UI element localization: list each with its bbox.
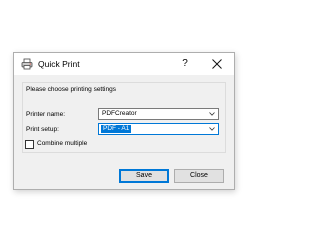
close-window-button[interactable] [200, 53, 234, 75]
printer-icon [21, 58, 33, 70]
group-label: Please choose printing settings [26, 86, 116, 93]
printer-name-select[interactable]: PDFCreator [98, 108, 219, 120]
title-bar: Quick Print ? [14, 53, 234, 75]
close-icon [212, 59, 222, 69]
window-title: Quick Print [38, 59, 80, 69]
save-button[interactable]: Save [119, 169, 169, 183]
chevron-down-icon [209, 112, 215, 116]
printer-name-value: PDFCreator [102, 110, 137, 117]
help-button[interactable]: ? [172, 53, 198, 75]
print-setup-label: Print setup: [26, 126, 59, 133]
chevron-down-icon [209, 127, 215, 131]
print-setup-value: PDF - A1 [101, 125, 132, 133]
combine-multiple-label[interactable]: Combine multiple [37, 139, 87, 148]
printer-name-label: Printer name: [26, 111, 66, 118]
close-button[interactable]: Close [174, 169, 224, 183]
combine-multiple-checkbox[interactable] [25, 140, 34, 149]
printing-settings-group: Please choose printing settings Printer … [22, 82, 226, 153]
print-setup-select[interactable]: PDF - A1 [98, 123, 219, 135]
quick-print-dialog: Quick Print ? Please choose printing set… [13, 52, 235, 190]
